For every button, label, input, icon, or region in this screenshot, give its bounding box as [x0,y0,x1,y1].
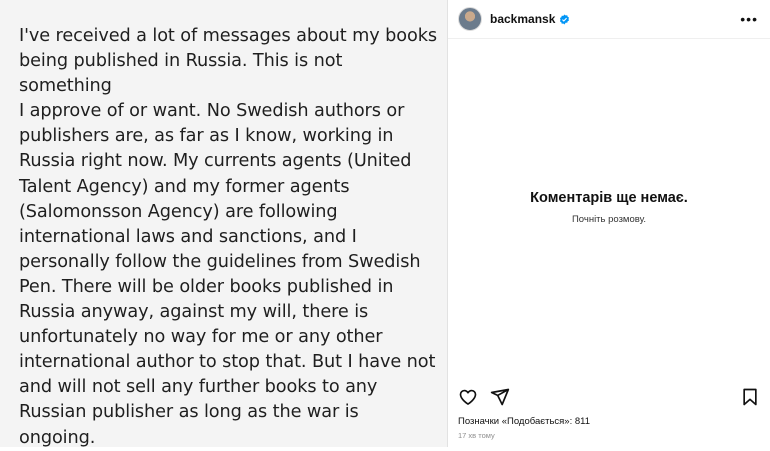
empty-comments-title: Коментарів ще немає. [530,190,688,206]
post-text-line: Talent Agency) and my former agents [19,176,350,197]
post-text-line: (Salomonsson Agency) are following [19,201,338,222]
post-text-line: being published in Russia. This is not s… [19,51,343,97]
post-header: backmansk ••• [448,0,770,39]
post-text-line: and will not sell any further books to a… [19,377,378,398]
post-text-line: I approve of or want. No Swedish authors… [19,101,405,122]
post-text-line: Pen. There will be older books published… [19,276,394,297]
post-image: I've received a lot of messages about my… [0,0,447,448]
post-timestamp: 17 хв тому [458,431,495,440]
post-sidebar: backmansk ••• Коментарів ще немає. Почні… [447,0,770,447]
post-text-line: I've received a lot of messages about my… [19,26,437,46]
more-options-icon[interactable]: ••• [740,11,758,27]
post-text-line: publishers are, as far as I know, workin… [19,126,394,147]
post-text: I've received a lot of messages about my… [19,24,437,451]
username-link[interactable]: backmansk [490,12,555,26]
post-text-line: Russia anyway, against my will, there is [19,302,369,323]
post-text-line: Russian publisher as long as the war is … [19,402,359,448]
avatar[interactable] [458,7,482,31]
post-text-line: international author to stop that. But I… [19,352,436,373]
empty-comments-subtitle: Почніть розмову. [571,214,647,225]
send-icon[interactable] [490,387,510,407]
heart-icon[interactable] [458,387,478,407]
bookmark-icon[interactable] [740,387,760,407]
post-text-line: Russia right now. My currents agents (Un… [19,151,412,172]
post-text-line: international laws and sanctions, and I [19,226,357,247]
post-text-line: personally follow the guidelines from Sw… [19,251,421,272]
empty-comments: Коментарів ще немає. Почніть розмову. [448,190,770,225]
likes-count[interactable]: Позначки «Подобається»: 811 [458,416,590,427]
action-bar [458,386,760,408]
post-text-line: unfortunately no way for me or any other [19,327,383,348]
verified-badge-icon [560,13,570,25]
instagram-post-view: I've received a lot of messages about my… [0,0,770,448]
